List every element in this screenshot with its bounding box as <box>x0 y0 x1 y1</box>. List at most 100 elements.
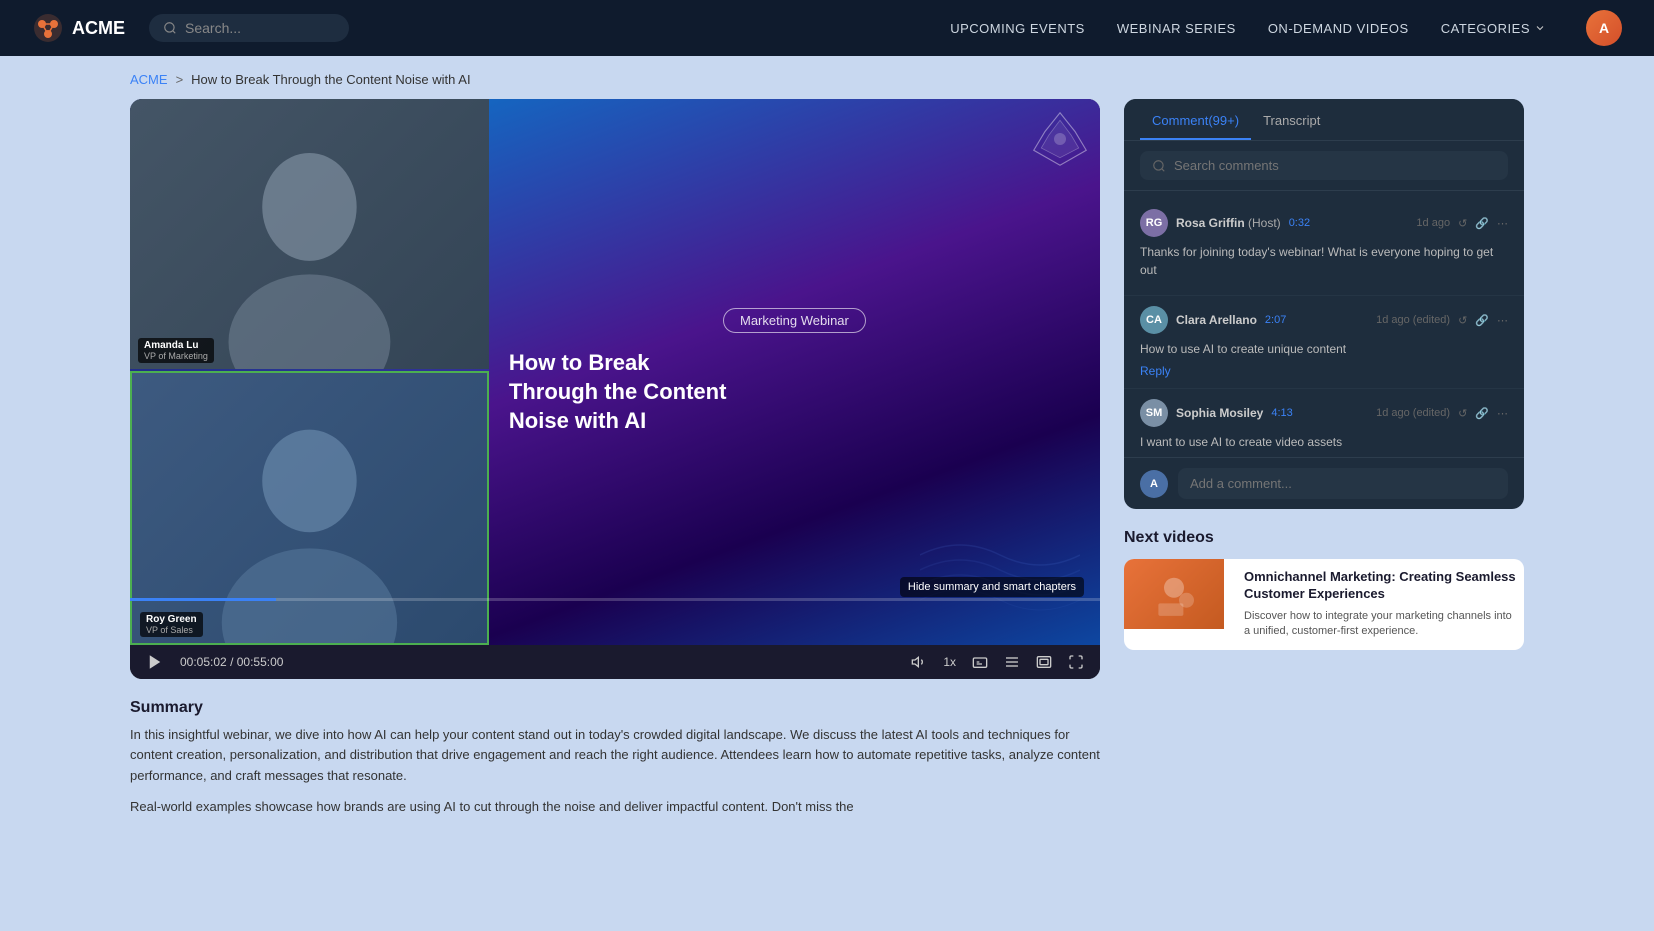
comment-header-2: CA Clara Arellano 2:07 1d ago (edited) ↺… <box>1140 306 1508 334</box>
video-participants: Amanda Lu VP of Marketing Roy Green <box>130 99 489 645</box>
nav-search-container[interactable] <box>149 14 349 42</box>
next-video-info: Omnichannel Marketing: Creating Seamless… <box>1236 559 1524 650</box>
comments-search-inner[interactable] <box>1140 151 1508 180</box>
next-video-thumbnail <box>1124 559 1224 629</box>
comment-repost-icon-1[interactable]: ↺ <box>1458 217 1467 230</box>
logo-icon <box>32 12 64 44</box>
summary-section: Summary In this insightful webinar, we d… <box>130 699 1100 818</box>
next-videos-title: Next videos <box>1124 529 1524 547</box>
next-video-title: Omnichannel Marketing: Creating Seamless… <box>1244 569 1516 603</box>
comments-search-input[interactable] <box>1174 158 1496 173</box>
breadcrumb-home[interactable]: ACME <box>130 72 168 87</box>
play-button[interactable] <box>146 653 164 671</box>
theater-button[interactable] <box>1036 654 1052 670</box>
comment-name-1: Rosa Griffin (Host) <box>1176 216 1281 230</box>
participant-2-name: Roy Green <box>146 614 197 625</box>
comment-item-3: SM Sophia Mosiley 4:13 1d ago (edited) ↺… <box>1124 389 1524 457</box>
comment-more-icon-3[interactable]: ⋯ <box>1497 407 1508 420</box>
comment-item-2: CA Clara Arellano 2:07 1d ago (edited) ↺… <box>1124 296 1524 389</box>
comments-tabs: Comment(99+) Transcript <box>1124 99 1524 141</box>
next-video-description: Discover how to integrate your marketing… <box>1244 609 1516 640</box>
participant-panel-1: Amanda Lu VP of Marketing <box>130 99 489 369</box>
nav-categories[interactable]: CATEGORIES <box>1441 21 1546 36</box>
comment-timestamp-1[interactable]: 0:32 <box>1289 217 1310 229</box>
comment-text-2: How to use AI to create unique content <box>1140 340 1508 358</box>
video-time: 00:05:02 / 00:55:00 <box>180 655 283 669</box>
comment-header-1: RG Rosa Griffin (Host) 0:32 1d ago ↺ 🔗 ⋯ <box>1140 209 1508 237</box>
participant-1-role: VP of Marketing <box>144 351 208 361</box>
nav-upcoming-events[interactable]: UPCOMING EVENTS <box>950 21 1085 36</box>
participant-1-silhouette <box>130 99 489 369</box>
fullscreen-button[interactable] <box>1068 654 1084 670</box>
nav-webinar-series[interactable]: WEBINAR SERIES <box>1117 21 1236 36</box>
search-input[interactable] <box>185 20 335 36</box>
summary-title: Summary <box>130 699 1100 717</box>
video-progress-fill <box>130 598 276 601</box>
breadcrumb-current: How to Break Through the Content Noise w… <box>191 72 470 87</box>
comment-timestamp-2[interactable]: 2:07 <box>1265 314 1286 326</box>
next-videos-section: Next videos Omnichannel Marketing: Creat… <box>1124 529 1524 650</box>
search-comments-icon <box>1152 159 1166 173</box>
participant-1-name: Amanda Lu <box>144 340 208 351</box>
video-thumbnail: Amanda Lu VP of Marketing Roy Green <box>130 99 1100 645</box>
comment-reply-2[interactable]: Reply <box>1140 364 1508 378</box>
comment-repost-icon-2[interactable]: ↺ <box>1458 314 1467 327</box>
video-player: Amanda Lu VP of Marketing Roy Green <box>130 99 1100 679</box>
participant-2-label: Roy Green VP of Sales <box>140 612 203 637</box>
navbar: ACME UPCOMING EVENTS WEBINAR SERIES ON-D… <box>0 0 1654 56</box>
video-progress-bar[interactable] <box>130 598 1100 601</box>
comment-input-area: A <box>1124 457 1524 509</box>
comment-link-icon-3[interactable]: 🔗 <box>1475 407 1489 420</box>
tab-comments[interactable]: Comment(99+) <box>1140 99 1251 140</box>
main-wrapper: ACME > How to Break Through the Content … <box>0 56 1654 931</box>
comment-meta-1: 1d ago ↺ 🔗 ⋯ <box>1416 217 1508 230</box>
speed-button[interactable]: 1x <box>943 655 956 669</box>
user-avatar[interactable]: A <box>1586 10 1622 46</box>
comment-header-3: SM Sophia Mosiley 4:13 1d ago (edited) ↺… <box>1140 399 1508 427</box>
participant-2-role: VP of Sales <box>146 625 197 635</box>
next-video-card[interactable]: Omnichannel Marketing: Creating Seamless… <box>1124 559 1524 650</box>
participant-panel-2: Roy Green VP of Sales <box>130 371 489 645</box>
content-grid: Amanda Lu VP of Marketing Roy Green <box>130 99 1524 828</box>
summary-paragraph-2: Real-world examples showcase how brands … <box>130 797 1100 818</box>
logo-link[interactable]: ACME <box>32 12 125 44</box>
comment-text-3: I want to use AI to create video assets <box>1140 433 1508 451</box>
captions-button[interactable] <box>972 654 988 670</box>
comments-panel: Comment(99+) Transcript <box>1124 99 1524 509</box>
comment-meta-3: 1d ago (edited) ↺ 🔗 ⋯ <box>1376 407 1508 420</box>
comment-name-3: Sophia Mosiley <box>1176 406 1263 420</box>
nav-links: UPCOMING EVENTS WEBINAR SERIES ON-DEMAND… <box>950 10 1622 46</box>
hide-summary-button[interactable]: Hide summary and smart chapters <box>900 577 1084 597</box>
video-controls: 00:05:02 / 00:55:00 1x <box>130 645 1100 679</box>
video-and-summary: Amanda Lu VP of Marketing Roy Green <box>130 99 1100 828</box>
comments-search-area <box>1124 141 1524 191</box>
wave-decoration <box>920 525 1080 625</box>
comment-name-2: Clara Arellano <box>1176 313 1257 327</box>
comment-more-icon-1[interactable]: ⋯ <box>1497 217 1508 230</box>
webinar-badge: Marketing Webinar <box>723 308 866 333</box>
ai-graphic-icon <box>1030 109 1090 169</box>
comment-time-1: 1d ago <box>1416 217 1450 229</box>
webinar-title: How to Break Through the Content Noise w… <box>509 349 1080 435</box>
comment-meta-2: 1d ago (edited) ↺ 🔗 ⋯ <box>1376 314 1508 327</box>
nav-on-demand[interactable]: ON-DEMAND VIDEOS <box>1268 21 1409 36</box>
search-icon <box>163 21 177 35</box>
chapters-button[interactable] <box>1004 654 1020 670</box>
tab-transcript[interactable]: Transcript <box>1251 99 1332 140</box>
chevron-down-icon <box>1534 22 1546 34</box>
comment-avatar-1: RG <box>1140 209 1168 237</box>
comment-self-avatar: A <box>1140 470 1168 498</box>
comment-timestamp-3[interactable]: 4:13 <box>1271 407 1292 419</box>
comment-avatar-3: SM <box>1140 399 1168 427</box>
summary-paragraph-1: In this insightful webinar, we dive into… <box>130 725 1100 787</box>
breadcrumb-separator: > <box>176 72 184 87</box>
comment-repost-icon-3[interactable]: ↺ <box>1458 407 1467 420</box>
comment-link-icon-2[interactable]: 🔗 <box>1475 314 1489 327</box>
volume-button[interactable] <box>911 654 927 670</box>
right-column: Comment(99+) Transcript <box>1124 99 1524 650</box>
add-comment-input[interactable] <box>1178 468 1508 499</box>
logo-text: ACME <box>72 18 125 39</box>
comment-link-icon-1[interactable]: 🔗 <box>1475 217 1489 230</box>
comment-more-icon-2[interactable]: ⋯ <box>1497 314 1508 327</box>
video-presentation: Marketing Webinar How to Break Through t… <box>489 99 1100 645</box>
